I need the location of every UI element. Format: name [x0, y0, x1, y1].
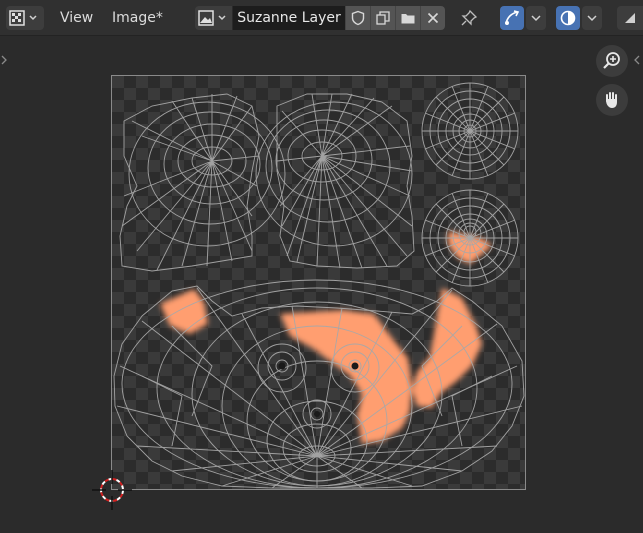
uv-island-ear-right	[255, 93, 415, 269]
open-image-button[interactable]	[395, 6, 420, 30]
hand-icon	[606, 92, 617, 108]
gizmo-icon	[625, 13, 635, 23]
chevron-down-icon	[587, 15, 597, 22]
new-image-button[interactable]	[370, 6, 395, 30]
shield-icon	[351, 10, 365, 26]
uv-island-ear-left	[119, 93, 286, 272]
uv-sync-icon	[505, 10, 520, 25]
uv-mesh-overlay	[113, 82, 525, 489]
gizmo-toggle-button[interactable]	[617, 6, 643, 30]
image-name-field[interactable]: Suzanne Layer	[233, 6, 345, 30]
image-editor-header: View Image* Suzanne Layer	[0, 0, 643, 36]
uv-island-eye-lower	[421, 189, 519, 287]
overlay-dropdown[interactable]	[582, 6, 602, 30]
zoom-button[interactable]	[596, 45, 628, 77]
fake-user-button[interactable]	[345, 6, 370, 30]
chevron-down-icon	[531, 15, 541, 22]
pin-icon	[461, 9, 478, 26]
folder-icon	[401, 14, 415, 24]
uv-sync-selection-button[interactable]	[500, 6, 524, 30]
duplicate-icon	[376, 11, 390, 25]
menu-view[interactable]: View	[54, 6, 99, 30]
uv-sync-dropdown[interactable]	[526, 6, 546, 30]
editor-type-button[interactable]	[6, 6, 44, 30]
image-browse-button[interactable]	[195, 6, 233, 30]
zoom-icon	[603, 52, 620, 69]
image-datablock-selector: Suzanne Layer	[195, 6, 445, 30]
unlink-image-button[interactable]	[420, 6, 445, 30]
pin-button[interactable]	[458, 6, 480, 30]
image-editor-icon	[9, 10, 37, 26]
sidebar-expand-arrow[interactable]	[633, 52, 641, 68]
toolbar-expand-arrow[interactable]	[0, 52, 8, 68]
3d-cursor-icon	[92, 470, 132, 510]
2d-cursor[interactable]	[92, 470, 132, 510]
close-icon	[427, 12, 439, 24]
pan-button[interactable]	[596, 84, 628, 116]
menu-image[interactable]: Image*	[106, 6, 169, 30]
overlay-icon	[560, 10, 576, 26]
uv-island-eye-upper	[421, 82, 519, 180]
overlay-toggle-button[interactable]	[556, 6, 580, 30]
uv-image-canvas[interactable]	[111, 75, 526, 490]
image-icon	[197, 10, 226, 26]
